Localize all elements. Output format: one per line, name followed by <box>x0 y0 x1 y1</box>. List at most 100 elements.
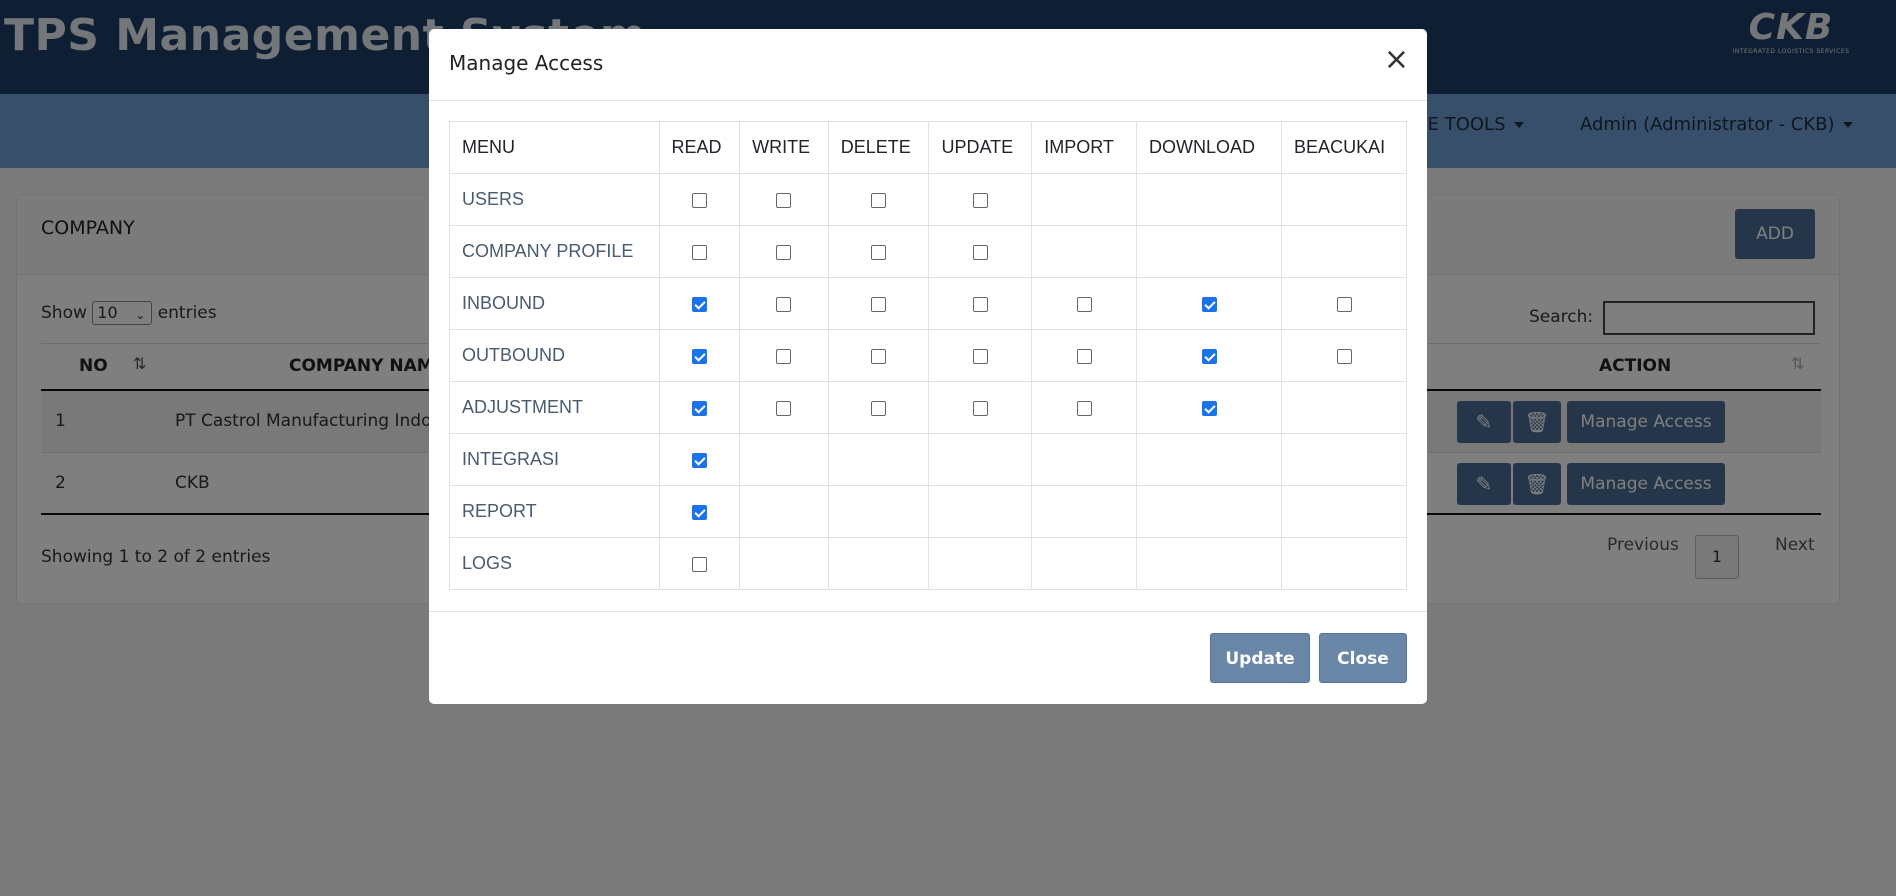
permission-cell <box>1135 329 1283 382</box>
permission-checkbox-update[interactable] <box>972 348 988 364</box>
access-table-header: MENU READ WRITE DELETE UPDATE IMPORT DOWNLOAD B… <box>449 121 1407 174</box>
permission-cell <box>739 277 829 330</box>
permission-checkbox-import[interactable] <box>1076 348 1092 364</box>
permission-cell <box>658 225 741 278</box>
column-header-menu: MENU <box>449 121 660 174</box>
permission-cell <box>1031 329 1137 382</box>
column-header-import: IMPORT <box>1031 121 1137 174</box>
permission-cell <box>1031 381 1137 434</box>
permission-cell <box>928 225 1033 278</box>
permission-cell <box>658 277 741 330</box>
permission-checkbox-write[interactable] <box>776 192 792 208</box>
permission-checkbox-read[interactable] <box>691 556 707 572</box>
modal-footer: Update Close <box>429 611 1427 704</box>
permission-cell <box>928 485 1033 538</box>
column-header-download: DOWNLOAD <box>1135 121 1283 174</box>
permission-cell <box>827 277 930 330</box>
permission-cell <box>827 329 930 382</box>
update-button[interactable]: Update <box>1210 633 1310 683</box>
menu-name: REPORT <box>449 485 660 538</box>
permission-cell <box>1135 433 1283 486</box>
permission-cell <box>928 433 1033 486</box>
permission-checkbox-read[interactable] <box>691 296 707 312</box>
permission-cell <box>827 381 930 434</box>
permission-cell <box>739 173 829 226</box>
permission-cell <box>739 537 829 590</box>
permission-cell <box>1135 225 1283 278</box>
permission-cell <box>1031 537 1137 590</box>
permission-cell <box>1281 173 1407 226</box>
permission-cell <box>1031 277 1137 330</box>
menu-name: INTEGRASI <box>449 433 660 486</box>
permission-cell <box>1281 433 1407 486</box>
permission-checkbox-delete[interactable] <box>871 244 887 260</box>
permission-checkbox-read[interactable] <box>691 452 707 468</box>
permission-cell <box>827 537 930 590</box>
permission-checkbox-write[interactable] <box>776 296 792 312</box>
permission-cell <box>1031 433 1137 486</box>
permission-cell <box>1031 485 1137 538</box>
close-icon[interactable]: × <box>1384 45 1409 75</box>
permission-checkbox-read[interactable] <box>691 400 707 416</box>
permission-cell <box>658 485 741 538</box>
permission-cell <box>928 173 1033 226</box>
menu-name: OUTBOUND <box>449 329 660 382</box>
permission-cell <box>1281 537 1407 590</box>
access-row: ADJUSTMENT <box>449 381 1407 434</box>
permission-checkbox-read[interactable] <box>691 504 707 520</box>
access-row: COMPANY PROFILE <box>449 225 1407 278</box>
permission-cell <box>1281 485 1407 538</box>
permission-checkbox-read[interactable] <box>691 192 707 208</box>
column-header-delete: DELETE <box>827 121 930 174</box>
access-row: USERS <box>449 173 1407 226</box>
permission-cell <box>1281 329 1407 382</box>
permission-cell <box>1031 173 1137 226</box>
menu-name: LOGS <box>449 537 660 590</box>
column-header-beacukai: BEACUKAI <box>1281 121 1407 174</box>
menu-name: ADJUSTMENT <box>449 381 660 434</box>
close-button[interactable]: Close <box>1319 633 1407 683</box>
permission-checkbox-read[interactable] <box>691 244 707 260</box>
permission-checkbox-import[interactable] <box>1076 400 1092 416</box>
permission-cell <box>928 277 1033 330</box>
column-header-write: WRITE <box>739 121 829 174</box>
permission-cell <box>928 381 1033 434</box>
permission-cell <box>739 485 829 538</box>
permission-checkbox-download[interactable] <box>1201 296 1217 312</box>
permission-checkbox-delete[interactable] <box>871 400 887 416</box>
permission-checkbox-update[interactable] <box>972 400 988 416</box>
permission-checkbox-write[interactable] <box>776 244 792 260</box>
permission-cell <box>827 173 930 226</box>
permission-checkbox-download[interactable] <box>1201 400 1217 416</box>
permission-cell <box>658 433 741 486</box>
permission-cell <box>658 381 741 434</box>
permission-checkbox-import[interactable] <box>1076 296 1092 312</box>
menu-name: INBOUND <box>449 277 660 330</box>
permission-cell <box>739 225 829 278</box>
permission-cell <box>1281 277 1407 330</box>
permission-checkbox-delete[interactable] <box>871 192 887 208</box>
manage-access-modal: Manage Access × MENU READ WRITE DELETE UPDAT… <box>429 29 1427 704</box>
permission-cell <box>1281 381 1407 434</box>
access-table: MENU READ WRITE DELETE UPDATE IMPORT DOWNLOAD B… <box>449 121 1407 590</box>
column-header-read: READ <box>658 121 741 174</box>
permission-checkbox-beacukai[interactable] <box>1336 296 1352 312</box>
permission-cell <box>1031 225 1137 278</box>
permission-cell <box>739 381 829 434</box>
permission-cell <box>928 329 1033 382</box>
permission-checkbox-read[interactable] <box>691 348 707 364</box>
permission-checkbox-delete[interactable] <box>871 348 887 364</box>
permission-checkbox-beacukai[interactable] <box>1336 348 1352 364</box>
permission-checkbox-update[interactable] <box>972 192 988 208</box>
permission-checkbox-write[interactable] <box>776 400 792 416</box>
menu-name: USERS <box>449 173 660 226</box>
permission-checkbox-update[interactable] <box>972 244 988 260</box>
permission-cell <box>1135 277 1283 330</box>
permission-checkbox-write[interactable] <box>776 348 792 364</box>
modal-title: Manage Access <box>449 51 604 75</box>
permission-checkbox-delete[interactable] <box>871 296 887 312</box>
access-row: LOGS <box>449 537 1407 590</box>
permission-checkbox-download[interactable] <box>1201 348 1217 364</box>
permission-checkbox-update[interactable] <box>972 296 988 312</box>
column-header-update: UPDATE <box>928 121 1033 174</box>
